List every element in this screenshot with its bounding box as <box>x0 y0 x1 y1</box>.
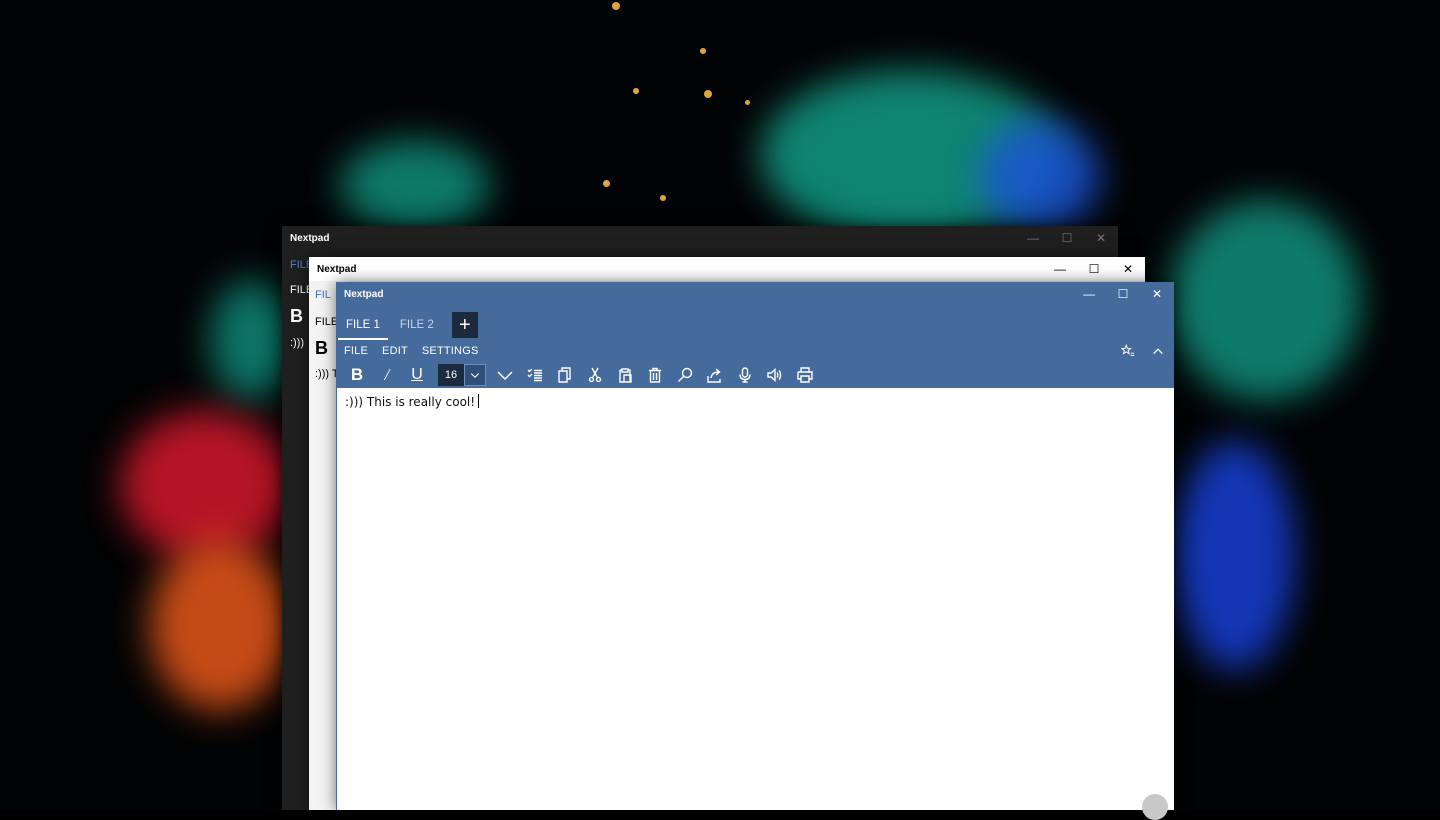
share-icon[interactable] <box>700 363 730 387</box>
document-text[interactable]: :))) This is really cool! <box>345 394 480 409</box>
wallpaper-powder-teal <box>340 140 490 230</box>
add-tab-button[interactable]: + <box>451 312 478 338</box>
underline-button[interactable]: U <box>402 363 432 387</box>
caption-buttons: — ☐ ✕ <box>1043 257 1145 281</box>
italic-button[interactable]: / <box>372 363 402 387</box>
favorite-icon[interactable] <box>1118 342 1138 360</box>
minimize-button[interactable]: — <box>1043 257 1077 281</box>
menu-edit[interactable]: EDIT <box>374 342 414 360</box>
ribbon: FILE 1 FILE 2 + FILE EDIT SETTINGS B / U… <box>336 306 1174 388</box>
wallpaper-powder-teal <box>1170 200 1360 400</box>
maximize-button[interactable]: ☐ <box>1050 226 1084 250</box>
chevron-down-icon[interactable] <box>464 364 486 386</box>
wallpaper-particle <box>700 48 706 54</box>
caption-buttons: — ☐ ✕ <box>1072 282 1174 306</box>
close-button[interactable]: ✕ <box>1084 226 1118 250</box>
text-caret <box>478 394 480 408</box>
bold-button[interactable]: B <box>290 306 303 327</box>
tab-file-1[interactable]: FIL <box>315 289 331 301</box>
text-editor[interactable]: :))) This is really cool! <box>336 388 1174 820</box>
title-bar[interactable]: Nextpad — ☐ ✕ <box>309 257 1145 281</box>
nextpad-window-front[interactable]: Nextpad — ☐ ✕ FILE 1 FILE 2 + FILE EDIT … <box>336 282 1174 820</box>
minimize-button[interactable]: — <box>1016 226 1050 250</box>
close-button[interactable]: ✕ <box>1111 257 1145 281</box>
menu-settings[interactable]: SETTINGS <box>414 342 485 360</box>
wallpaper-powder-teal <box>210 280 290 400</box>
document-text[interactable]: :))) <box>290 337 304 349</box>
wallpaper-particle <box>704 90 712 98</box>
maximize-button[interactable]: ☐ <box>1106 282 1140 306</box>
caption-buttons: — ☐ ✕ <box>1016 226 1118 250</box>
wallpaper-particle <box>603 180 610 187</box>
wallpaper-particle <box>612 2 620 10</box>
delete-icon[interactable] <box>640 363 670 387</box>
bold-button[interactable]: B <box>315 338 328 359</box>
wallpaper-powder-orange <box>150 540 290 710</box>
tab-file-2[interactable]: FILE 2 <box>390 310 444 340</box>
menu-file[interactable]: FILE <box>315 316 338 328</box>
cut-icon[interactable] <box>580 363 610 387</box>
font-size-value[interactable]: 16 <box>438 364 464 386</box>
wallpaper-particle <box>633 88 639 94</box>
paste-icon[interactable] <box>610 363 640 387</box>
file-tabs: FILE 1 FILE 2 + <box>336 310 478 340</box>
menu-bar: FILE EDIT SETTINGS <box>336 342 485 360</box>
window-title: Nextpad <box>290 233 330 244</box>
speaker-icon[interactable] <box>760 363 790 387</box>
font-size-selector[interactable]: 16 <box>438 364 486 386</box>
close-button[interactable]: ✕ <box>1140 282 1174 306</box>
search-icon[interactable] <box>670 363 700 387</box>
copy-icon[interactable] <box>550 363 580 387</box>
print-icon[interactable] <box>790 363 820 387</box>
window-title: Nextpad <box>344 289 384 300</box>
wallpaper-powder-blue <box>1175 440 1295 670</box>
collapse-ribbon-icon[interactable] <box>1148 342 1168 360</box>
tab-file-1[interactable]: FILE 1 <box>336 310 390 340</box>
maximize-button[interactable]: ☐ <box>1077 257 1111 281</box>
wallpaper-particle <box>660 195 666 201</box>
expand-icon[interactable] <box>490 363 520 387</box>
wallpaper-powder-red <box>120 410 290 560</box>
formatting-toolbar: B / U 16 <box>342 362 820 388</box>
title-bar[interactable]: Nextpad — ☐ ✕ <box>336 282 1174 306</box>
ribbon-actions <box>1118 342 1168 360</box>
checklist-icon[interactable] <box>520 363 550 387</box>
microphone-icon[interactable] <box>730 363 760 387</box>
minimize-button[interactable]: — <box>1072 282 1106 306</box>
title-bar[interactable]: Nextpad — ☐ ✕ <box>282 226 1118 250</box>
menu-file[interactable]: FILE <box>336 342 374 360</box>
document-content: :))) This is really cool! <box>345 395 476 409</box>
wallpaper-particle <box>745 100 750 105</box>
bold-button[interactable]: B <box>342 363 372 387</box>
window-title: Nextpad <box>317 264 357 275</box>
wallpaper-powder-blue <box>980 120 1100 230</box>
scroll-button[interactable] <box>1142 794 1168 820</box>
